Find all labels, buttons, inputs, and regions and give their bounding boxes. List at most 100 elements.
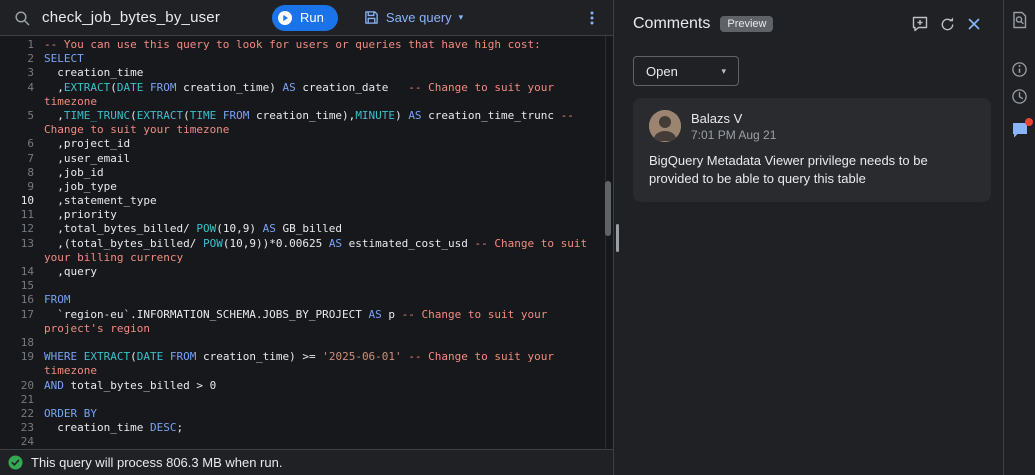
line-number: 11 bbox=[20, 208, 34, 222]
line-number: 20 bbox=[20, 378, 34, 392]
code-text: your billing currency bbox=[44, 250, 184, 264]
line-number: 16 bbox=[20, 293, 34, 307]
code-line: 24 bbox=[0, 435, 613, 449]
line-number bbox=[0, 95, 44, 109]
status-check-icon bbox=[8, 455, 23, 470]
query-status-bar: This query will process 806.3 MB when ru… bbox=[0, 449, 613, 475]
save-query-button[interactable]: Save query ▾ bbox=[358, 6, 469, 29]
line-number: 1 bbox=[27, 38, 34, 51]
avatar bbox=[649, 110, 681, 142]
code-line: 22 ORDER BY bbox=[0, 407, 613, 421]
history-button[interactable] bbox=[1008, 85, 1031, 108]
chevron-down-icon: ▾ bbox=[721, 65, 726, 76]
code-text: -- You can use this query to look for us… bbox=[44, 38, 541, 51]
comment-author: Balazs V bbox=[691, 110, 743, 126]
save-icon bbox=[364, 10, 379, 25]
comments-filter-dropdown[interactable]: Open ▾ bbox=[633, 56, 739, 86]
code-line: 13 ,(total_bytes_billed/ POW(10,9))*0.00… bbox=[0, 237, 613, 251]
line-number bbox=[0, 322, 44, 336]
code-text: ,statement_type bbox=[44, 194, 157, 208]
code-line: 8 ,job_id bbox=[0, 166, 613, 180]
code-line: 7 ,user_email bbox=[0, 152, 613, 166]
line-number bbox=[0, 123, 44, 137]
code-text: creation_time DESC; bbox=[44, 421, 184, 435]
code-lines: 1 -- You can use this query to look for u… bbox=[0, 38, 613, 449]
line-number: 14 bbox=[20, 265, 34, 278]
play-icon bbox=[277, 10, 293, 26]
close-comments-button[interactable] bbox=[963, 13, 985, 35]
line-number: 6 bbox=[27, 137, 34, 151]
save-query-label: Save query bbox=[385, 10, 452, 25]
line-number: 7 bbox=[27, 151, 34, 165]
editor-scrollbar-track bbox=[605, 36, 606, 449]
bigquery-editor-window: check_job_bytes_by_user Run Save query ▾… bbox=[0, 0, 1035, 475]
add-comment-button[interactable] bbox=[908, 12, 932, 36]
code-line: 19 WHERE EXTRACT(DATE FROM creation_time)… bbox=[0, 350, 613, 364]
line-number: 24 bbox=[20, 435, 34, 449]
sql-editor[interactable]: 1 -- You can use this query to look for u… bbox=[0, 36, 613, 449]
code-line: 12 ,total_bytes_billed/ POW(10,9) AS GB_… bbox=[0, 222, 613, 236]
refresh-button[interactable] bbox=[936, 13, 959, 36]
code-line: your billing currency bbox=[0, 251, 613, 265]
code-line: 10 ,statement_type bbox=[0, 194, 613, 208]
code-text: timezone bbox=[44, 364, 97, 378]
run-label: Run bbox=[300, 10, 324, 25]
code-text: timezone bbox=[44, 94, 97, 108]
comments-rail-button-wrap bbox=[1008, 118, 1033, 146]
code-text: ,TIME_TRUNC(EXTRACT(TIME FROM creation_t… bbox=[44, 108, 574, 122]
code-line: 14 ,query bbox=[0, 265, 613, 279]
code-text: FROM bbox=[44, 293, 71, 307]
code-line: Change to suit your timezone bbox=[0, 123, 613, 137]
code-text: ,EXTRACT(DATE FROM creation_time) AS cre… bbox=[44, 80, 554, 94]
code-line: 11 ,priority bbox=[0, 208, 613, 222]
info-button[interactable] bbox=[1008, 58, 1031, 81]
query-title: check_job_bytes_by_user bbox=[42, 9, 221, 26]
line-number: 18 bbox=[20, 335, 34, 349]
comment-card-header: Balazs V 7:01 PM Aug 21 bbox=[649, 110, 975, 142]
code-line: 5 ,TIME_TRUNC(EXTRACT(TIME FROM creation… bbox=[0, 109, 613, 123]
code-text: ,project_id bbox=[44, 137, 131, 151]
code-text: ,total_bytes_billed/ POW(10,9) AS GB_bil… bbox=[44, 222, 343, 236]
overflow-menu-button[interactable] bbox=[581, 7, 603, 29]
code-text: `region-eu`.INFORMATION_SCHEMA.JOBS_BY_P… bbox=[44, 307, 548, 321]
code-text: creation_time bbox=[44, 66, 144, 80]
side-icon-rail bbox=[1003, 0, 1035, 475]
comment-timestamp: 7:01 PM Aug 21 bbox=[691, 127, 777, 142]
code-text: ,job_id bbox=[44, 165, 104, 179]
comments-header: Comments Preview bbox=[633, 10, 991, 38]
line-number: 12 bbox=[20, 222, 34, 236]
status-message: This query will process 806.3 MB when ru… bbox=[31, 455, 283, 470]
notification-dot bbox=[1024, 118, 1033, 126]
comments-filter-value: Open bbox=[646, 63, 678, 79]
code-text: ,user_email bbox=[44, 151, 131, 165]
code-text: AND total_bytes_billed > 0 bbox=[44, 378, 217, 392]
code-text: ,job_type bbox=[44, 179, 117, 193]
line-number: 3 bbox=[27, 66, 34, 80]
line-number: 4 bbox=[27, 80, 34, 94]
line-number: 19 bbox=[20, 350, 34, 364]
line-number: 17 bbox=[20, 307, 34, 321]
line-number: 22 bbox=[20, 406, 34, 420]
code-line: 15 bbox=[0, 279, 613, 293]
code-line: 21 bbox=[0, 393, 613, 407]
line-number: 5 bbox=[27, 108, 34, 122]
comment-meta: Balazs V 7:01 PM Aug 21 bbox=[691, 111, 776, 142]
code-line: 16 FROM bbox=[0, 293, 613, 307]
editor-toolbar: check_job_bytes_by_user Run Save query ▾ bbox=[0, 0, 613, 36]
comment-card[interactable]: Balazs V 7:01 PM Aug 21 BigQuery Metadat… bbox=[633, 98, 991, 203]
editor-scrollbar-thumb[interactable] bbox=[605, 181, 611, 236]
line-number: 8 bbox=[27, 165, 34, 179]
code-text: SELECT bbox=[44, 52, 84, 66]
resizer-handle-icon[interactable] bbox=[616, 224, 619, 252]
search-results-button[interactable] bbox=[1008, 8, 1032, 32]
line-number: 13 bbox=[20, 236, 34, 250]
run-button[interactable]: Run bbox=[272, 4, 338, 31]
code-line: 3 creation_time bbox=[0, 66, 613, 80]
line-number: 23 bbox=[20, 421, 34, 435]
preview-badge: Preview bbox=[720, 16, 774, 32]
code-line: timezone bbox=[0, 95, 613, 109]
comments-title: Comments bbox=[633, 15, 711, 32]
line-number bbox=[0, 364, 44, 378]
code-text: ORDER BY bbox=[44, 406, 97, 420]
panel-resizer[interactable] bbox=[613, 0, 621, 475]
